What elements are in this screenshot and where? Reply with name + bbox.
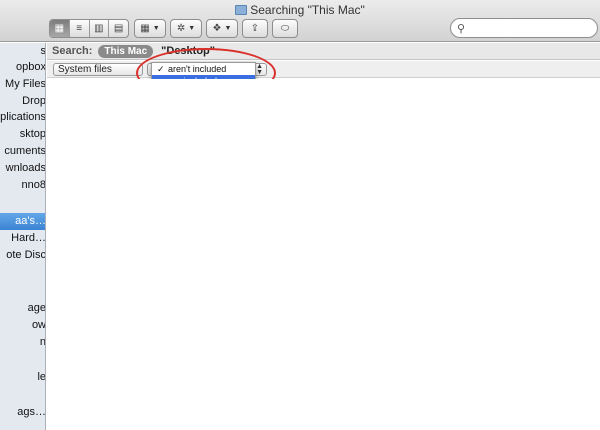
- share-button[interactable]: ⇪: [242, 19, 268, 38]
- search-criteria-row: System files ▲ ▼: [47, 61, 600, 78]
- sidebar-item-hard-disk[interactable]: Hard…: [0, 230, 45, 247]
- arrange-button[interactable]: ▦ ▼: [134, 19, 166, 38]
- chevron-down-icon: ▼: [188, 25, 196, 32]
- results-area: [47, 79, 600, 430]
- sidebar-item-documents[interactable]: cuments: [0, 143, 45, 160]
- sidebar-item-downloads[interactable]: wnloads: [0, 160, 45, 177]
- tag-button[interactable]: ⬭: [272, 19, 298, 38]
- search-input[interactable]: [469, 22, 580, 34]
- gear-icon: ✲: [176, 23, 186, 34]
- sidebar-item-all-my-files[interactable]: My Files: [0, 76, 45, 93]
- attribute-popup-button[interactable]: System files: [53, 63, 143, 76]
- grid-icon: ▦: [140, 23, 150, 34]
- checkmark-icon: ✓: [157, 64, 165, 74]
- dropbox-icon: ❖: [212, 23, 222, 34]
- window-title: Searching "This Mac": [0, 3, 600, 17]
- folder-icon: [235, 5, 248, 15]
- action-button[interactable]: ✲ ▼: [170, 19, 202, 38]
- dropbox-button[interactable]: ❖ ▼: [206, 19, 238, 38]
- coverflow-view-button[interactable]: ▤: [109, 20, 128, 37]
- sidebar-item-desktop[interactable]: sktop: [0, 126, 45, 143]
- column-view-button[interactable]: ▥: [90, 20, 110, 37]
- search-scope-bar: Search: This Mac "Desktop": [47, 43, 600, 60]
- sidebar-item-search-4[interactable]: le: [0, 369, 45, 386]
- sidebar-item-user[interactable]: nno8: [0, 177, 45, 194]
- sidebar: s opbox My Files Drop plications sktop c…: [0, 43, 46, 430]
- chevron-down-icon: ▼: [224, 25, 232, 32]
- sidebar-item-dropbox[interactable]: opbox: [0, 59, 45, 76]
- icon-view-button[interactable]: ▦: [50, 20, 70, 37]
- sidebar-item-search-2[interactable]: ow: [0, 317, 45, 334]
- sidebar-item-search-3[interactable]: n: [0, 334, 45, 351]
- chevron-down-icon: ▼: [152, 25, 160, 32]
- list-view-button[interactable]: ≡: [70, 20, 90, 37]
- search-field[interactable]: ⚲: [450, 18, 598, 38]
- window-toolbar: Searching "This Mac" ▦ ≡ ▥ ▤ ▦ ▼ ✲ ▼ ❖ ▼ ⇪ …: [0, 0, 600, 42]
- scope-desktop-button[interactable]: "Desktop": [161, 45, 215, 57]
- sidebar-item-search-1[interactable]: age: [0, 300, 45, 317]
- sidebar-item-all-tags[interactable]: ags…: [0, 404, 45, 421]
- sidebar-item-computer[interactable]: aa's…: [0, 213, 45, 230]
- view-segmented-control[interactable]: ▦ ≡ ▥ ▤: [49, 19, 129, 38]
- sidebar-item-remote-disc[interactable]: ote Disc: [0, 247, 45, 264]
- search-label: Search:: [52, 45, 93, 57]
- tag-icon: ⬭: [280, 23, 290, 34]
- share-icon: ⇪: [250, 23, 260, 34]
- sidebar-item[interactable]: s: [0, 43, 46, 60]
- menu-item-arent-included[interactable]: ✓ aren't included: [152, 63, 255, 75]
- sidebar-item-applications[interactable]: plications: [0, 109, 45, 126]
- sidebar-item-airdrop[interactable]: Drop: [0, 93, 45, 110]
- scope-this-mac-button[interactable]: This Mac: [98, 44, 154, 58]
- updown-arrows-icon: ▲ ▼: [256, 63, 263, 76]
- search-icon: ⚲: [457, 22, 466, 35]
